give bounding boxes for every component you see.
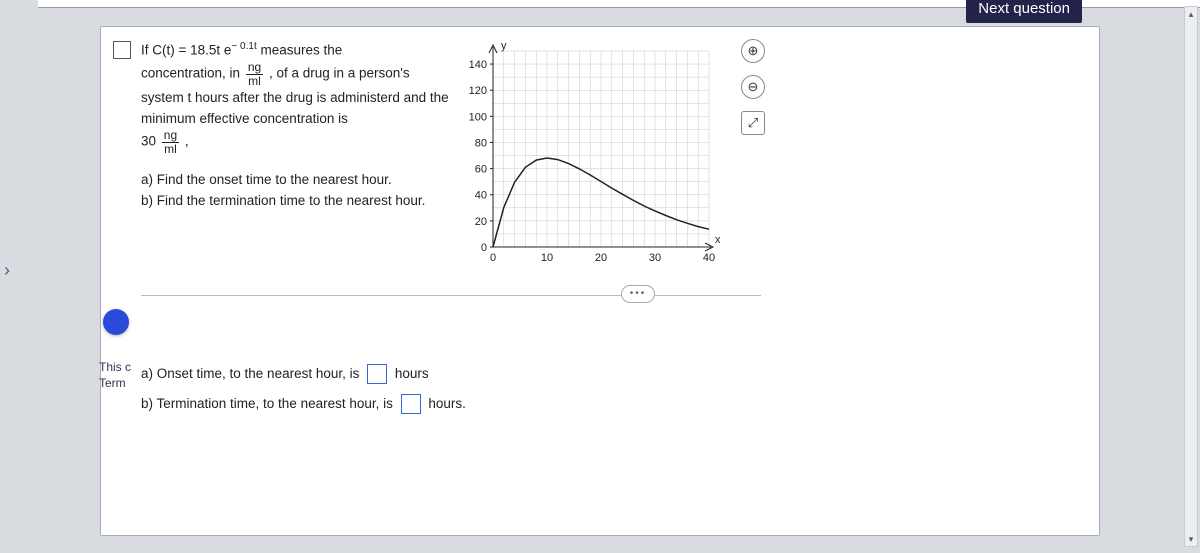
question-panel: If C(t) = 18.5t e− 0.1t measures the con… <box>100 26 1100 536</box>
svg-text:60: 60 <box>475 164 487 176</box>
fraction-ng-ml-1: ng ml <box>246 61 263 87</box>
answer-b-pre: b) Termination time, to the nearest hour… <box>141 396 397 411</box>
svg-text:30: 30 <box>649 252 661 264</box>
frac1-den: ml <box>246 75 263 88</box>
side-tab-line1: This c <box>99 360 135 376</box>
min-conc-tail: , <box>185 134 189 149</box>
next-question-button[interactable]: Next question <box>966 0 1082 23</box>
svg-text:140: 140 <box>469 59 487 71</box>
svg-text:40: 40 <box>703 252 715 264</box>
problem-line1-post: measures the <box>257 43 343 58</box>
more-options-pill[interactable]: ••• <box>621 285 655 303</box>
svg-text:20: 20 <box>595 252 607 264</box>
part-a-text: a) Find the onset time to the nearest ho… <box>141 172 392 187</box>
problem-line2-pre: concentration, in <box>141 66 244 81</box>
scroll-up-arrow-icon[interactable]: ▴ <box>1185 7 1197 21</box>
expand-icon[interactable]: ⤢ <box>741 111 765 135</box>
question-checkbox[interactable] <box>113 41 131 59</box>
answer-a-post: hours <box>395 366 429 381</box>
svg-text:80: 80 <box>475 137 487 149</box>
chart-toolbar: ⊕ ⊖ ⤢ <box>741 39 765 135</box>
zoom-out-icon[interactable]: ⊖ <box>741 75 765 99</box>
side-tab-line2: Term <box>99 376 135 392</box>
answer-a-pre: a) Onset time, to the nearest hour, is <box>141 366 363 381</box>
svg-text:0: 0 <box>490 252 496 264</box>
problem-line2-post: , of a drug in a person's <box>269 66 410 81</box>
answer-area: a) Onset time, to the nearest hour, is h… <box>141 359 466 418</box>
problem-line1-pre: If C(t) = 18.5t e <box>141 43 231 58</box>
side-tab-labels: This c Term <box>99 360 135 391</box>
progress-knob[interactable] <box>103 309 129 335</box>
part-b-text: b) Find the termination time to the near… <box>141 193 425 208</box>
x-axis-label: x <box>715 234 721 246</box>
problem-statement: If C(t) = 18.5t e− 0.1t measures the con… <box>141 39 451 211</box>
problem-line3: system t hours after the drug is adminis… <box>141 90 449 126</box>
svg-text:120: 120 <box>469 85 487 97</box>
onset-time-input[interactable] <box>367 364 387 384</box>
frac2-den: ml <box>162 143 179 156</box>
zoom-in-icon[interactable]: ⊕ <box>741 39 765 63</box>
svg-text:20: 20 <box>475 216 487 228</box>
scroll-down-arrow-icon[interactable]: ▾ <box>1185 532 1197 546</box>
divider <box>141 295 761 296</box>
prev-nav-chevron[interactable]: › <box>4 260 10 281</box>
page-scrollbar[interactable]: ▴ ▾ <box>1184 6 1198 547</box>
svg-text:100: 100 <box>469 111 487 123</box>
svg-text:10: 10 <box>541 252 553 264</box>
termination-time-input[interactable] <box>401 394 421 414</box>
y-axis-label: y <box>501 40 507 52</box>
problem-exponent: − 0.1t <box>231 41 256 52</box>
concentration-chart: 0 20 40 60 80 100 120 140 0 10 20 30 40 y x <box>451 37 731 277</box>
frac2-num: ng <box>162 129 179 143</box>
frac1-num: ng <box>246 61 263 75</box>
svg-text:40: 40 <box>475 190 487 202</box>
answer-b-post: hours. <box>428 396 466 411</box>
fraction-ng-ml-2: ng ml <box>162 129 179 155</box>
min-conc-coef: 30 <box>141 134 156 149</box>
svg-text:0: 0 <box>481 242 487 254</box>
